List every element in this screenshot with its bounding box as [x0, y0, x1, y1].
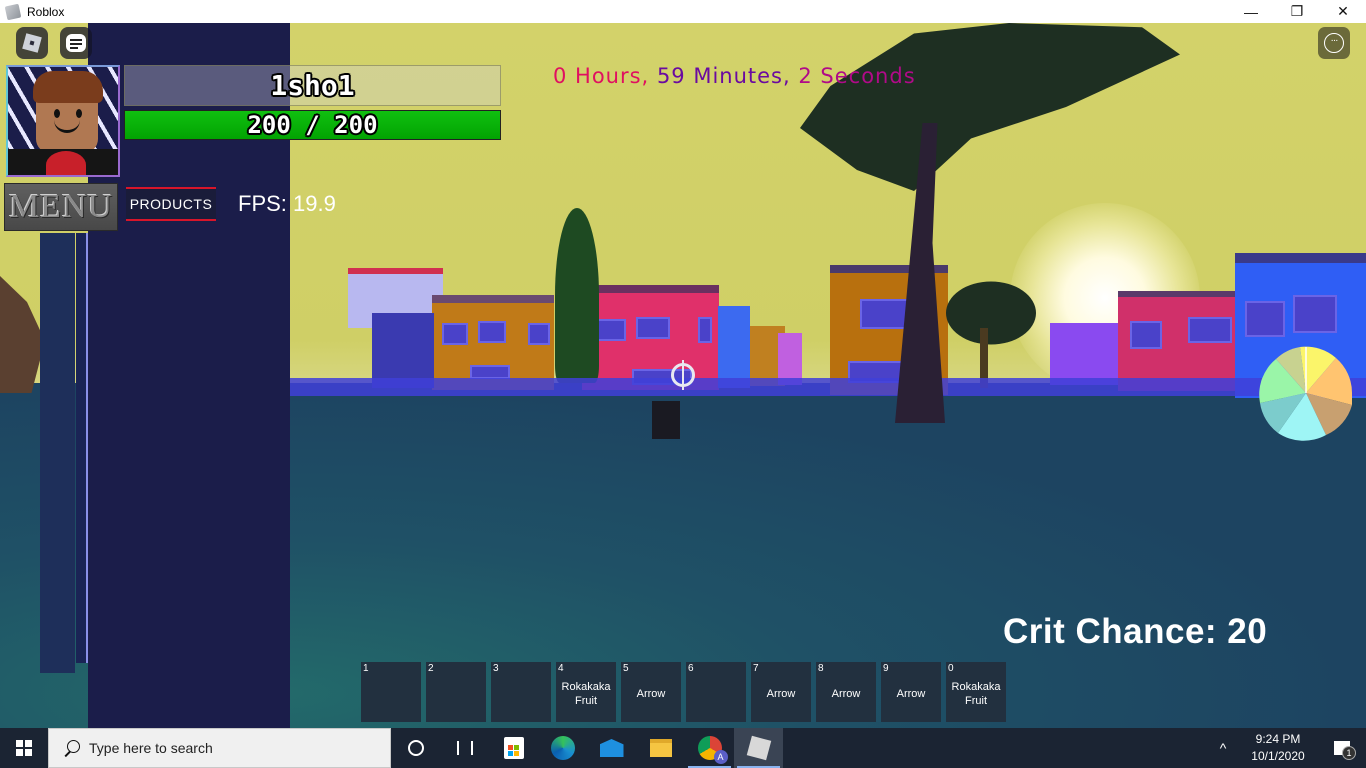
- health-bar: 200 / 200: [124, 110, 501, 140]
- large-tree-canopy: [800, 23, 1180, 191]
- hotbar-slot-0[interactable]: 0 Rokakaka Fruit: [946, 662, 1006, 722]
- hotbar-slot-6[interactable]: 6: [686, 662, 746, 722]
- task-view-icon: [456, 741, 473, 755]
- foreground-post-edge: [76, 233, 88, 663]
- chrome-icon: [697, 736, 728, 764]
- menu-button[interactable]: MENU: [4, 183, 118, 231]
- timer-seconds: 2 Seconds: [798, 64, 916, 88]
- hotbar-slot-9[interactable]: 9 Arrow: [881, 662, 941, 722]
- menu-label: MENU: [8, 188, 114, 225]
- search-icon: [61, 738, 81, 758]
- hotbar-slot-4[interactable]: 4 Rokakaka Fruit: [556, 662, 616, 722]
- file-explorer-button[interactable]: [636, 728, 685, 768]
- more-options-button[interactable]: ···: [1318, 27, 1350, 59]
- cypress-tree: [555, 208, 599, 383]
- hotbar-slot-item: [491, 662, 551, 722]
- search-input[interactable]: [89, 740, 369, 756]
- hotbar-slot-item: Arrow: [831, 688, 861, 700]
- minimize-button[interactable]: —: [1228, 0, 1274, 23]
- building-purple-far: [1050, 323, 1120, 385]
- timer-hours: 0 Hours,: [553, 64, 650, 88]
- roblox-icon: [746, 735, 771, 761]
- health-text: 200 / 200: [247, 111, 378, 139]
- edge-icon: [550, 736, 575, 760]
- hotbar-slot-item: [686, 662, 746, 722]
- cortana-button[interactable]: [391, 728, 440, 768]
- cortana-icon: [407, 740, 424, 756]
- crosshair-icon: [671, 360, 695, 390]
- building-crimson: [1118, 291, 1238, 391]
- start-button[interactable]: [0, 728, 48, 768]
- mail-icon: [599, 739, 624, 757]
- hotbar-slot-1[interactable]: 1: [361, 662, 421, 722]
- notification-count-badge: 1: [1342, 746, 1356, 760]
- player-name-bar: 1sho1: [124, 65, 501, 106]
- building-blue-roof: [372, 313, 434, 388]
- products-label: PRODUCTS: [129, 196, 213, 212]
- hotbar-slot-5[interactable]: 5 Arrow: [621, 662, 681, 722]
- timer-minutes: 59 Minutes,: [656, 64, 791, 88]
- window-titlebar: Roblox — ❐ ✕: [0, 0, 1366, 23]
- clock-date: 10/1/2020: [1251, 749, 1305, 763]
- show-hidden-icons-chevron[interactable]: ^: [1208, 740, 1238, 756]
- taskbar-search[interactable]: [48, 728, 391, 768]
- windows-taskbar: ^ 9:24 PM 10/1/2020 1: [0, 728, 1366, 768]
- hotbar-slot-item: Rokakaka Fruit: [561, 681, 611, 707]
- store-button[interactable]: [489, 728, 538, 768]
- building-pink: [582, 285, 719, 390]
- ellipsis-icon: ···: [1324, 33, 1344, 53]
- roblox-logo-icon: [22, 33, 42, 53]
- hotbar-slot-item: Arrow: [636, 688, 666, 700]
- roblox-taskbar-button[interactable]: [734, 728, 783, 768]
- hotbar-slot-item: [426, 662, 486, 722]
- hotbar-slot-item: Arrow: [766, 688, 796, 700]
- hotbar-slot-item: Rokakaka Fruit: [951, 681, 1001, 707]
- edge-button[interactable]: [538, 728, 587, 768]
- close-button[interactable]: ✕: [1320, 0, 1366, 23]
- restore-button[interactable]: ❐: [1274, 0, 1320, 23]
- color-wheel-icon: [1259, 346, 1353, 441]
- clock-time: 9:24 PM: [1255, 732, 1301, 746]
- chat-button[interactable]: [60, 27, 92, 59]
- hotbar-slot-2[interactable]: 2: [426, 662, 486, 722]
- hotbar-slot-8[interactable]: 8 Arrow: [816, 662, 876, 722]
- building-blue-small: [718, 306, 750, 388]
- left-tree: [0, 276, 45, 393]
- player-name: 1sho1: [270, 69, 355, 102]
- roblox-app-icon: [4, 3, 22, 20]
- player-avatar: [6, 65, 120, 177]
- playtime-timer: 0 Hours, 59 Minutes, 2 Seconds: [553, 64, 916, 88]
- hotbar-slot-item: [361, 662, 421, 722]
- action-center-button[interactable]: 1: [1318, 728, 1366, 768]
- mail-button[interactable]: [587, 728, 636, 768]
- street: [290, 378, 1366, 396]
- chat-icon: [66, 34, 86, 52]
- hotbar-slot-7[interactable]: 7 Arrow: [751, 662, 811, 722]
- foreground-post: [40, 233, 75, 673]
- chrome-button[interactable]: [685, 728, 734, 768]
- products-button[interactable]: PRODUCTS: [126, 187, 216, 221]
- taskbar-clock[interactable]: 9:24 PM 10/1/2020: [1238, 731, 1318, 765]
- store-icon: [503, 737, 524, 759]
- window-title: Roblox: [27, 4, 65, 19]
- file-explorer-icon: [649, 739, 672, 757]
- building-orange: [432, 295, 554, 390]
- system-tray: ^ 9:24 PM 10/1/2020 1: [1208, 728, 1366, 768]
- hotbar-slot-item: Arrow: [896, 688, 926, 700]
- roblox-menu-button[interactable]: [16, 27, 48, 59]
- hotbar-slot-3[interactable]: 3: [491, 662, 551, 722]
- task-view-button[interactable]: [440, 728, 489, 768]
- windows-logo-icon: [16, 740, 32, 756]
- player-character: [652, 401, 680, 439]
- hotbar: 1 2 3 4 Rokakaka Fruit 5 Arrow 6 7 Arrow 8 Arrow 9 Ar…: [361, 662, 1006, 722]
- crit-chance-label: Crit Chance: 20: [1003, 612, 1268, 651]
- fps-counter: FPS: 19.9: [238, 191, 336, 216]
